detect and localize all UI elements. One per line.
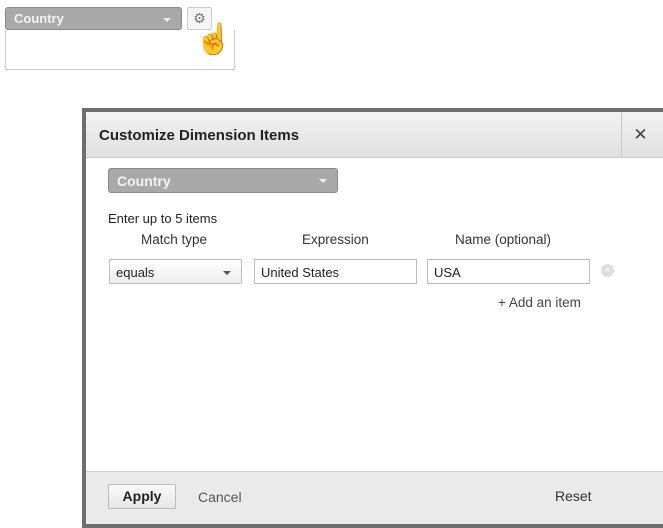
- reset-button[interactable]: Reset: [555, 488, 592, 504]
- column-header-name: Name (optional): [455, 232, 552, 247]
- close-icon: ✕: [633, 125, 648, 144]
- dimension-select-value: Country: [14, 11, 64, 26]
- column-header-match-type: Match type: [141, 232, 208, 247]
- column-header-expression: Expression: [302, 232, 369, 247]
- remove-item-icon[interactable]: ×: [601, 264, 614, 277]
- dimension-select[interactable]: Country: [5, 7, 182, 30]
- chevron-down-icon: [163, 18, 171, 22]
- dialog-title: Customize Dimension Items: [99, 127, 300, 144]
- cancel-button[interactable]: Cancel: [198, 489, 242, 505]
- expression-input[interactable]: United States: [254, 259, 417, 284]
- dialog-dimension-select[interactable]: Country: [108, 168, 338, 193]
- match-type-value: equals: [116, 265, 155, 280]
- add-item-link[interactable]: + Add an item: [498, 295, 581, 310]
- apply-button[interactable]: Apply: [108, 484, 176, 509]
- dimension-select-value: Country: [117, 173, 171, 189]
- chevron-down-icon: [223, 271, 231, 275]
- close-button[interactable]: ✕: [621, 112, 659, 158]
- hint-text: Enter up to 5 items: [108, 211, 218, 226]
- match-type-select[interactable]: equals: [109, 259, 242, 284]
- dialog-header: Customize Dimension Items ✕: [86, 112, 663, 158]
- hand-pointer-icon: ☝: [195, 23, 233, 56]
- dialog-footer: Apply Cancel Reset: [86, 471, 663, 524]
- customize-dimension-dialog: Customize Dimension Items ✕ Country Ente…: [82, 108, 663, 528]
- name-input[interactable]: USA: [427, 259, 590, 284]
- chevron-down-icon: [319, 179, 327, 183]
